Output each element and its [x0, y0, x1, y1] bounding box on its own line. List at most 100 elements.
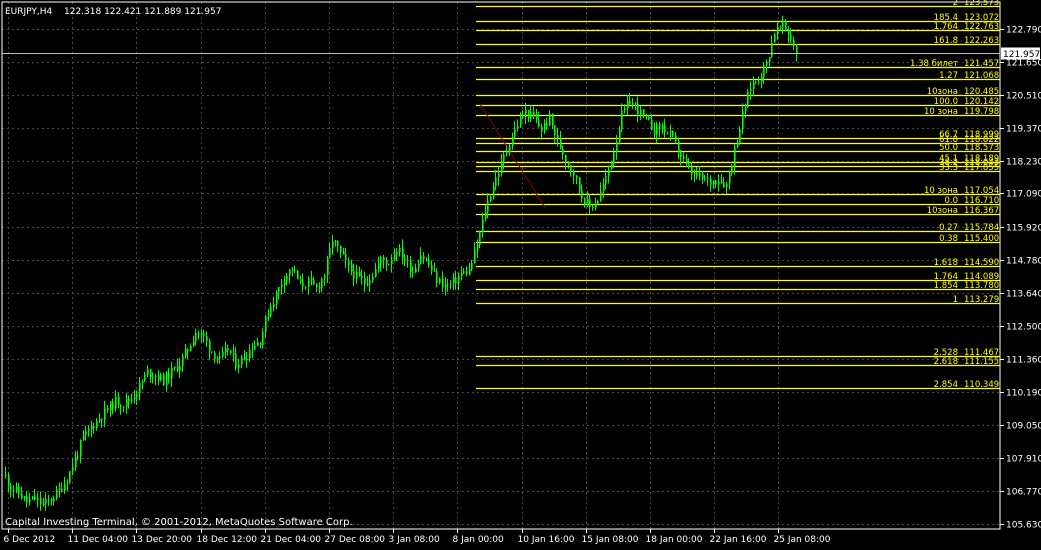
candle-body: [702, 173, 704, 179]
fib-level-label: 2: [953, 0, 958, 8]
candle-body: [659, 124, 661, 130]
candle-body: [458, 276, 460, 284]
candle-body: [399, 247, 401, 253]
fib-level-price: 116.367: [964, 206, 999, 216]
fib-level-price: 111.155: [964, 357, 999, 367]
candle-body: [729, 173, 731, 184]
candle-body: [281, 284, 283, 287]
candle-body: [131, 399, 133, 401]
fib-level-label: 10зона: [927, 206, 958, 216]
candle-body: [587, 199, 589, 205]
candle-body: [67, 483, 69, 485]
candle-body: [214, 352, 216, 360]
candle-body: [115, 396, 117, 409]
candle-body: [348, 260, 350, 265]
candle-body: [627, 100, 629, 109]
candle-body: [51, 499, 53, 502]
candle-body: [514, 128, 516, 137]
candle-body: [351, 264, 353, 272]
candle-body: [21, 493, 23, 499]
plot-frame: [1, 1, 1001, 530]
candle-body: [662, 125, 664, 130]
candle-body: [386, 260, 388, 265]
candle-body: [455, 277, 457, 284]
candle-body: [13, 490, 15, 492]
candle-body: [343, 251, 345, 255]
candle-body: [284, 281, 286, 285]
x-tick-label: 11 Dec 04:00: [68, 535, 129, 545]
candle-body: [621, 110, 623, 130]
candle-body: [361, 276, 363, 279]
candle-body: [750, 88, 752, 92]
candle-body: [174, 366, 176, 368]
candle-body: [211, 351, 213, 353]
candle-body: [608, 169, 610, 176]
candle-body: [656, 124, 658, 135]
candle-body: [766, 61, 768, 65]
candle-body: [193, 341, 195, 346]
candle-body: [209, 340, 211, 352]
candle-body: [369, 280, 371, 285]
fib-level-label: 161.8: [934, 36, 958, 46]
candle-body: [324, 275, 326, 279]
candle-body: [530, 111, 532, 119]
y-tick-label: 118.230: [1006, 158, 1041, 168]
candle-body: [83, 435, 85, 441]
candle-body: [721, 181, 723, 183]
candle-body: [710, 178, 712, 185]
candle-body: [332, 241, 334, 248]
candle-body: [680, 152, 682, 157]
candle-body: [244, 356, 246, 361]
y-tick-label: 121.650: [1006, 59, 1041, 69]
candle-body: [699, 173, 701, 177]
candle-body: [364, 278, 366, 285]
candle-body: [375, 268, 377, 277]
candle-body: [289, 269, 291, 276]
candle-body: [646, 115, 648, 117]
candle-body: [91, 425, 93, 430]
candle-body: [517, 126, 519, 129]
candle-body: [383, 256, 385, 261]
candle-body: [525, 110, 527, 118]
candle-body: [785, 20, 787, 30]
candle-body: [249, 349, 251, 359]
candle-body: [453, 277, 455, 283]
candle-body: [378, 263, 380, 269]
candle-body: [613, 152, 615, 163]
candle-body: [477, 245, 479, 250]
candle-body: [603, 184, 605, 192]
candle-body: [611, 162, 613, 170]
current-price-label: 121.957: [1003, 50, 1040, 60]
y-tick-label: 111.360: [1006, 356, 1041, 366]
candle-body: [37, 497, 39, 500]
fib-level-label: 100.0: [934, 97, 958, 107]
candle-body: [252, 349, 254, 351]
chart-canvas[interactable]: 2 123.573185.4 123.0721.764 122.763161.8 122…: [0, 0, 1041, 546]
chart-window[interactable]: 2 123.573 185.4 123.072 1.764 122.763 161.8 122…: [0, 0, 1041, 546]
candle-body: [168, 373, 170, 379]
candle-body: [420, 255, 422, 264]
candle-body: [262, 332, 264, 346]
candle-body: [694, 172, 696, 175]
fib-level-price: 115.784: [964, 223, 999, 233]
y-tick-label: 113.640: [1006, 290, 1041, 300]
y-tick-label: 105.630: [1006, 521, 1041, 531]
candle-body: [48, 498, 50, 500]
candle-body: [99, 419, 101, 421]
candle-body: [737, 143, 739, 148]
candle-body: [498, 173, 500, 178]
candle-body: [522, 117, 524, 119]
candle-body: [651, 119, 653, 131]
candle-body: [538, 120, 540, 127]
x-tick-label: 10 Jan 16:00: [518, 535, 575, 545]
candle-body: [227, 348, 229, 351]
y-tick-label: 107.910: [1006, 455, 1041, 465]
candle-body: [450, 282, 452, 284]
candle-body: [654, 130, 656, 135]
candle-body: [643, 109, 645, 116]
x-tick-label: 21 Dec 04:00: [261, 535, 322, 545]
candle-body: [356, 271, 358, 279]
trend-line[interactable]: [479, 103, 546, 208]
x-tick-label: 18 Dec 12:00: [197, 535, 258, 545]
candle-body: [418, 263, 420, 269]
